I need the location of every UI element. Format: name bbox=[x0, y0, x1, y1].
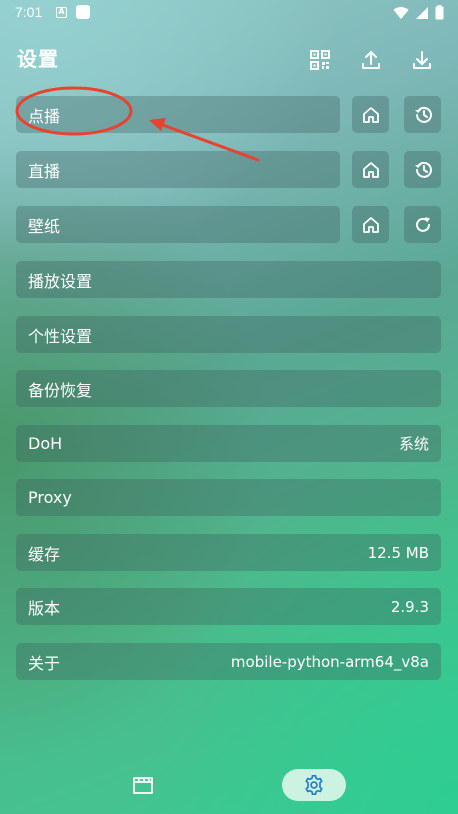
notification-square-icon bbox=[76, 5, 90, 19]
history-icon bbox=[414, 106, 432, 123]
history-icon bbox=[414, 161, 432, 178]
row-wallpaper[interactable]: 壁纸 bbox=[16, 206, 340, 243]
home-icon bbox=[362, 161, 379, 178]
row-proxy-label: Proxy bbox=[28, 488, 72, 507]
row-doh-label: DoH bbox=[28, 434, 63, 453]
row-proxy[interactable]: Proxy bbox=[16, 479, 441, 516]
row-cache-value: 12.5 MB bbox=[367, 543, 429, 562]
settings-gear-icon bbox=[305, 775, 323, 795]
status-time: 7:01 bbox=[15, 4, 43, 20]
row-playback-settings[interactable]: 播放设置 bbox=[16, 261, 441, 298]
row-vod[interactable]: 点播 bbox=[16, 96, 340, 133]
signal-icon bbox=[416, 6, 428, 19]
home-icon bbox=[362, 106, 379, 123]
wallpaper-home-button[interactable] bbox=[352, 206, 389, 243]
upload-icon[interactable] bbox=[358, 47, 384, 73]
qr-code-icon[interactable] bbox=[307, 47, 333, 73]
status-right-group bbox=[393, 5, 444, 20]
wifi-icon bbox=[393, 6, 409, 19]
row-about-label: 关于 bbox=[28, 653, 61, 673]
notification-a-icon: A bbox=[56, 7, 67, 18]
row-personal-settings[interactable]: 个性设置 bbox=[16, 316, 441, 353]
wallpaper-refresh-button[interactable] bbox=[404, 206, 441, 243]
status-bar: 7:01 A bbox=[0, 0, 458, 26]
refresh-icon bbox=[415, 216, 430, 232]
nav-settings-button[interactable] bbox=[282, 769, 346, 801]
download-icon[interactable] bbox=[409, 47, 435, 73]
vod-home-button[interactable] bbox=[352, 96, 389, 133]
row-vod-label: 点播 bbox=[28, 106, 61, 126]
row-live-label: 直播 bbox=[28, 161, 61, 181]
row-about-value: mobile-python-arm64_v8a bbox=[230, 652, 429, 671]
row-doh[interactable]: DoH 系统 bbox=[16, 425, 441, 462]
row-backup-restore[interactable]: 备份恢复 bbox=[16, 370, 441, 407]
row-playback-label: 播放设置 bbox=[28, 271, 93, 291]
live-home-button[interactable] bbox=[352, 151, 389, 188]
live-history-button[interactable] bbox=[404, 151, 441, 188]
movie-clapper-icon bbox=[133, 777, 153, 794]
vod-history-button[interactable] bbox=[404, 96, 441, 133]
row-version-label: 版本 bbox=[28, 598, 61, 618]
row-cache[interactable]: 缓存 12.5 MB bbox=[16, 534, 441, 571]
row-backup-label: 备份恢复 bbox=[28, 380, 93, 400]
row-doh-value: 系统 bbox=[398, 435, 429, 453]
row-version-value: 2.9.3 bbox=[390, 597, 429, 616]
page-title: 设置 bbox=[17, 47, 59, 71]
row-personal-label: 个性设置 bbox=[28, 326, 93, 346]
row-about[interactable]: 关于 mobile-python-arm64_v8a bbox=[16, 643, 441, 680]
row-wallpaper-label: 壁纸 bbox=[28, 216, 61, 236]
nav-movies-button[interactable] bbox=[131, 769, 155, 801]
battery-icon bbox=[435, 5, 444, 20]
row-version[interactable]: 版本 2.9.3 bbox=[16, 588, 441, 625]
home-icon bbox=[362, 216, 379, 233]
row-live[interactable]: 直播 bbox=[16, 151, 340, 188]
row-cache-label: 缓存 bbox=[28, 544, 61, 564]
